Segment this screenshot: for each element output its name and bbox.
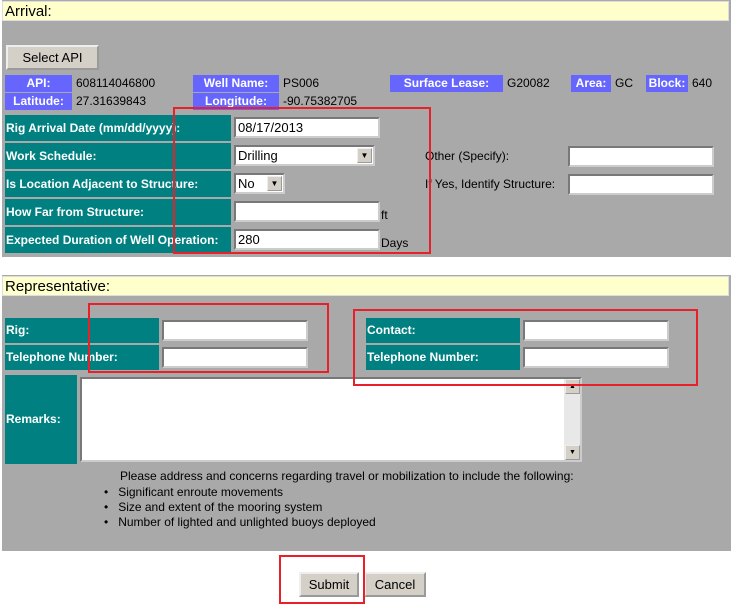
area-value: GC (615, 76, 633, 90)
block-label: Block: (646, 75, 688, 92)
other-input[interactable] (568, 146, 714, 167)
block-value: 640 (692, 76, 713, 90)
latitude-value: 27.31639843 (76, 94, 147, 108)
highlight-box (279, 555, 365, 604)
api-label: API: (5, 75, 72, 92)
highlight-box (173, 107, 431, 254)
bullet-item: • Number of lighted and unlighted buoys … (104, 515, 376, 529)
api-value: 608114046800 (76, 76, 156, 90)
highlight-box (353, 309, 698, 386)
remarks-bullets: • Significant enroute movements • Size a… (104, 485, 376, 530)
identify-label: If Yes, Identify Structure: (425, 177, 556, 191)
surface-lease-value: G20082 (507, 76, 550, 90)
remarks-label: Remarks: (5, 375, 77, 464)
latitude-label: Latitude: (5, 93, 72, 110)
other-label: Other (Specify): (425, 149, 510, 163)
bullet-item: • Significant enroute movements (104, 485, 283, 499)
bullet-item: • Size and extent of the mooring system (104, 500, 323, 514)
arrival-header: Arrival: (2, 1, 729, 21)
remarks-note: Please address and concerns regarding tr… (120, 469, 574, 483)
scroll-down-icon[interactable]: ▼ (565, 445, 580, 460)
remarks-textarea[interactable]: ▲ ▼ (80, 377, 582, 462)
well-name-label: Well Name: (193, 75, 279, 92)
cancel-button[interactable]: Cancel (364, 572, 426, 597)
area-label: Area: (571, 75, 611, 92)
highlight-box (88, 303, 329, 373)
surface-lease-label: Surface Lease: (390, 75, 503, 92)
select-api-button[interactable]: Select API (6, 45, 99, 70)
well-name-value: PS006 (283, 76, 320, 90)
representative-header: Representative: (2, 276, 729, 296)
identify-input[interactable] (568, 174, 714, 195)
scrollbar[interactable]: ▲ ▼ (564, 379, 580, 460)
